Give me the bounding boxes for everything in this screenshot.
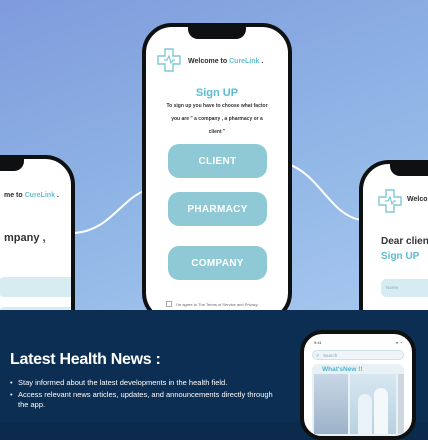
news-phone-mockup: 9:41 ▪▪ ◔ ⌕ Search What'sNew !! (300, 330, 416, 440)
left-phone-mockup: me to CureLink . mpany , (0, 155, 75, 310)
news-bullet-2: Access relevant news articles, updates, … (10, 390, 275, 410)
right-name-field[interactable]: Name (381, 279, 428, 297)
status-bar: 9:41 ▪▪ ◔ (314, 340, 402, 345)
left-welcome-text: me to CureLink . (4, 192, 59, 199)
right-phone-mockup: Welco Dear clien Sign UP Name (359, 160, 428, 310)
left-company-text: mpany , (4, 232, 46, 244)
signup-description-1: To sign up you have to choose what facto… (166, 103, 268, 109)
signup-description-3: client " (208, 129, 226, 135)
news-bullet-list: Stay informed about the latest developme… (10, 378, 275, 412)
whats-new-heading: What'sNew !! (322, 366, 363, 373)
news-title: Latest Health News : (10, 351, 161, 368)
signup-title: Sign UP (195, 87, 239, 99)
whats-new-card[interactable]: What'sNew !! (312, 364, 404, 436)
hero-section: me to CureLink . mpany , Welco Dear clie… (0, 0, 428, 310)
phone-notch (0, 159, 24, 171)
company-button[interactable]: COMPANY (168, 246, 267, 280)
phone-notch (390, 164, 428, 176)
client-button[interactable]: CLIENT (168, 144, 267, 178)
terms-text: I'm agree to The Terms of Service and Pr… (176, 302, 258, 307)
terms-checkbox[interactable] (166, 301, 172, 307)
right-signup-title: Sign UP (381, 251, 420, 262)
news-bullet-1: Stay informed about the latest developme… (10, 378, 275, 388)
search-icon: ⌕ (316, 353, 320, 359)
pharmacy-button[interactable]: PHARMACY (168, 192, 267, 226)
search-input[interactable]: ⌕ Search (312, 350, 404, 360)
right-greeting: Dear clien (381, 236, 428, 247)
right-welcome-text: Welco (407, 196, 428, 203)
left-input-field[interactable] (0, 277, 71, 297)
phone-notch (188, 27, 246, 39)
welcome-text: Welcome to CureLink . (188, 58, 264, 65)
signup-description-2: you are " a company , a pharmacy or a (171, 116, 263, 122)
curelink-logo-icon (157, 48, 181, 72)
building-image (314, 374, 348, 434)
side-image (398, 374, 404, 434)
center-phone-mockup: Welcome to CureLink . Sign UP To sign up… (142, 23, 292, 310)
curelink-logo-icon (378, 189, 402, 213)
doctors-image (350, 374, 396, 434)
